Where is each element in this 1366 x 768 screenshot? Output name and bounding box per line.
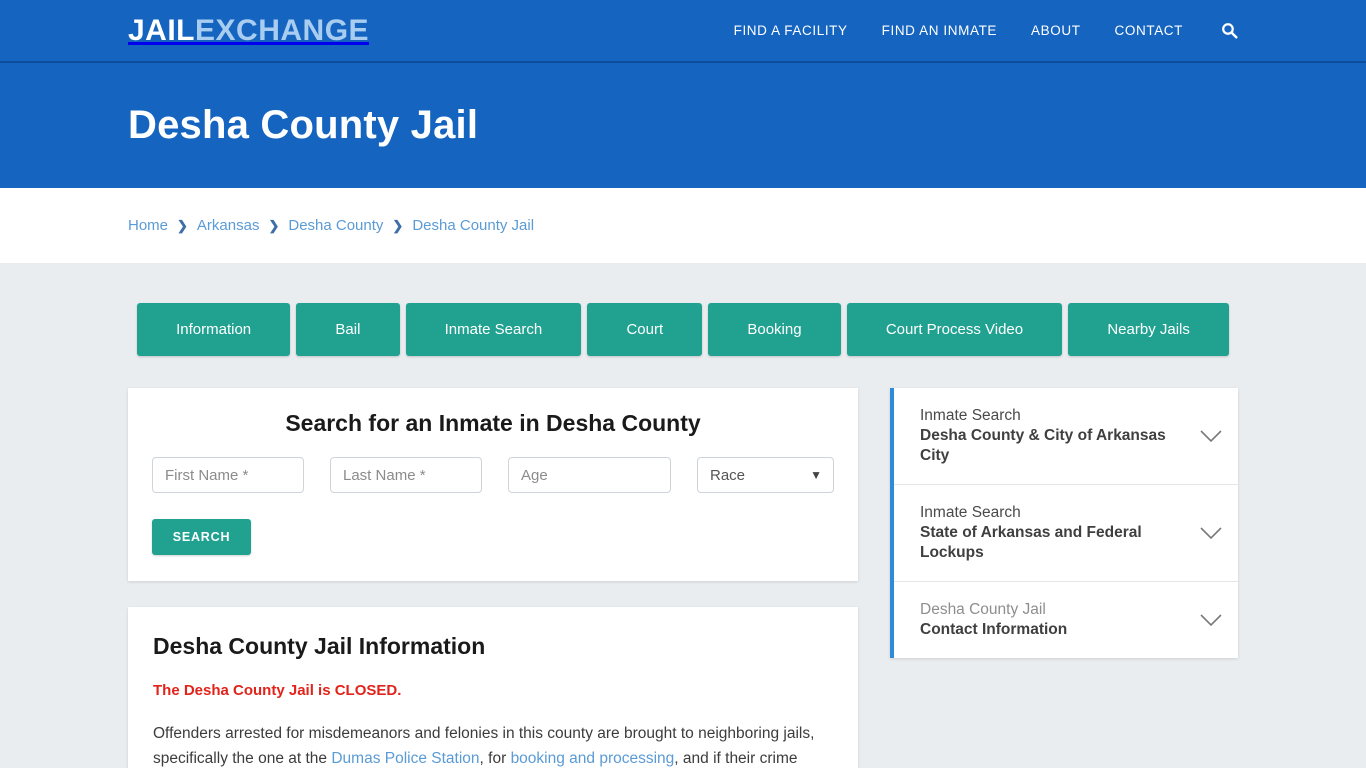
accordion-item-line1: Inmate Search — [920, 504, 1021, 521]
main-column: Search for an Inmate in Desha County Rac… — [128, 388, 858, 768]
accordion-item-line2: Contact Information — [920, 621, 1068, 638]
logo-text-exchange: EXCHANGE — [195, 13, 370, 47]
age-input[interactable] — [508, 457, 671, 493]
accordion-item-line1: Desha County Jail — [920, 601, 1046, 618]
accordion-item-text: Desha County Jail Contact Information — [920, 600, 1067, 640]
main-layout: Search for an Inmate in Desha County Rac… — [128, 388, 1238, 768]
accordion-item-line1: Inmate Search — [920, 407, 1021, 424]
nav-link-find-an-inmate[interactable]: FIND AN INMATE — [882, 23, 997, 38]
accordion-item-line2: State of Arkansas and Federal Lockups — [920, 524, 1142, 561]
search-button[interactable] — [1221, 22, 1238, 39]
link-booking-and-processing[interactable]: booking and processing — [511, 750, 675, 767]
breadcrumb: Home ❯ Arkansas ❯ Desha County ❯ Desha C… — [128, 217, 534, 234]
tab-booking[interactable]: Booking — [708, 303, 841, 356]
breadcrumb-item-arkansas[interactable]: Arkansas — [197, 217, 260, 234]
chevron-right-icon: ❯ — [392, 218, 404, 233]
closed-status-notice: The Desha County Jail is CLOSED. — [153, 682, 402, 699]
accordion-item-inmate-search-county[interactable]: Inmate Search Desha County & City of Ark… — [894, 388, 1238, 485]
tabs-section: Information Bail Inmate Search Court Boo… — [0, 263, 1366, 356]
sidebar-accordion: Inmate Search Desha County & City of Ark… — [890, 388, 1238, 658]
tab-court-process-video[interactable]: Court Process Video — [846, 303, 1063, 356]
submit-search-button[interactable]: SEARCH — [152, 519, 251, 555]
accordion-item-text: Inmate Search Desha County & City of Ark… — [920, 406, 1190, 466]
logo-text-jail: JAIL — [128, 13, 196, 47]
top-navigation-bar: JAILEXCHANGE FIND A FACILITY FIND AN INM… — [0, 0, 1366, 63]
information-heading: Desha County Jail Information — [153, 633, 486, 659]
tab-bar: Information Bail Inmate Search Court Boo… — [137, 303, 1229, 356]
chevron-down-icon — [1200, 429, 1222, 442]
tab-bail[interactable]: Bail — [296, 303, 400, 356]
accordion-item-line2: Desha County & City of Arkansas City — [920, 427, 1166, 464]
breadcrumb-item-home[interactable]: Home — [128, 217, 168, 234]
first-name-input[interactable] — [152, 457, 304, 493]
tab-court[interactable]: Court — [587, 303, 703, 356]
breadcrumb-item-desha-county-jail[interactable]: Desha County Jail — [412, 217, 534, 234]
nav-link-contact[interactable]: CONTACT — [1115, 23, 1183, 38]
search-form: Race ▼ — [152, 457, 834, 493]
breadcrumb-item-desha-county[interactable]: Desha County — [288, 217, 383, 234]
link-dumas-police-station[interactable]: Dumas Police Station — [331, 750, 479, 767]
accordion-item-inmate-search-state[interactable]: Inmate Search State of Arkansas and Fede… — [894, 485, 1238, 582]
accordion-item-contact-information[interactable]: Desha County Jail Contact Information — [894, 582, 1238, 658]
race-select[interactable]: Race — [697, 457, 834, 493]
page-hero: Desha County Jail — [0, 63, 1366, 188]
primary-nav: FIND A FACILITY FIND AN INMATE ABOUT CON… — [734, 22, 1238, 39]
accordion-item-text: Inmate Search State of Arkansas and Fede… — [920, 503, 1190, 563]
page-title: Desha County Jail — [128, 103, 479, 147]
sidebar-column: Inmate Search Desha County & City of Ark… — [890, 388, 1238, 658]
tab-information[interactable]: Information — [137, 303, 291, 356]
tab-nearby-jails[interactable]: Nearby Jails — [1068, 303, 1229, 356]
chevron-right-icon: ❯ — [268, 218, 280, 233]
breadcrumb-bar: Home ❯ Arkansas ❯ Desha County ❯ Desha C… — [0, 188, 1366, 263]
jail-information-card: Desha County Jail Information The Desha … — [128, 607, 858, 768]
chevron-right-icon: ❯ — [177, 218, 188, 233]
last-name-input[interactable] — [330, 457, 482, 493]
chevron-down-icon — [1200, 613, 1222, 626]
inmate-search-card: Search for an Inmate in Desha County Rac… — [128, 388, 858, 581]
nav-link-about[interactable]: ABOUT — [1031, 23, 1081, 38]
tab-inmate-search[interactable]: Inmate Search — [405, 303, 582, 356]
paragraph-text-2: , for — [479, 750, 511, 767]
chevron-down-icon — [1200, 526, 1222, 539]
nav-link-find-a-facility[interactable]: FIND A FACILITY — [734, 23, 848, 38]
information-paragraph: Offenders arrested for misdemeanors and … — [153, 721, 833, 768]
search-heading: Search for an Inmate in Desha County — [285, 410, 701, 436]
search-icon — [1222, 23, 1238, 39]
site-logo[interactable]: JAILEXCHANGE — [128, 14, 369, 48]
race-select-wrapper: Race ▼ — [697, 457, 834, 493]
